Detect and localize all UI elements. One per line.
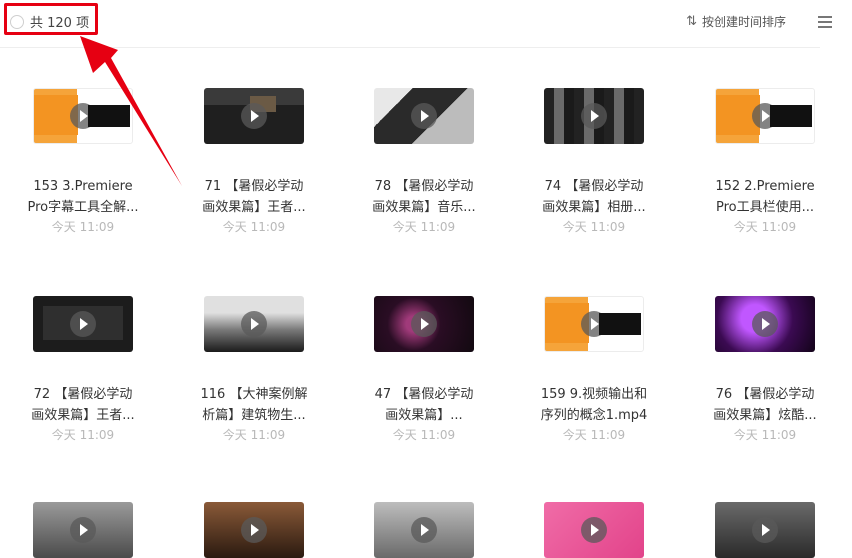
file-item[interactable]: 78 【暑假必学动 画效果篇】音乐... 今天 11:09 xyxy=(349,88,499,235)
file-title: 74 【暑假必学动 画效果篇】相册... xyxy=(542,179,646,215)
video-thumbnail[interactable] xyxy=(544,88,644,144)
video-thumbnail[interactable] xyxy=(715,296,815,352)
list-menu-icon[interactable] xyxy=(818,16,832,28)
file-title: 71 【暑假必学动 画效果篇】王者... xyxy=(202,179,306,215)
play-icon[interactable] xyxy=(411,103,437,129)
play-icon[interactable] xyxy=(411,311,437,337)
file-title: 159 9.视频输出和 序列的概念1.mp4 xyxy=(540,387,648,423)
file-date: 今天 11:09 xyxy=(733,428,797,442)
play-icon[interactable] xyxy=(70,103,96,129)
play-icon[interactable] xyxy=(752,311,778,337)
file-date: 今天 11:09 xyxy=(392,220,456,234)
file-item[interactable] xyxy=(179,502,329,558)
annotation-arrow xyxy=(80,36,182,186)
file-date: 今天 11:09 xyxy=(51,428,115,442)
file-item[interactable]: 47 【暑假必学动 画效果篇】... 今天 11:09 xyxy=(349,296,499,443)
file-item[interactable] xyxy=(519,502,669,558)
play-icon[interactable] xyxy=(241,103,267,129)
file-item[interactable]: 72 【暑假必学动 画效果篇】王者... 今天 11:09 xyxy=(8,296,158,443)
file-title: 47 【暑假必学动 画效果篇】... xyxy=(374,387,474,423)
file-title: 76 【暑假必学动 画效果篇】炫酷... xyxy=(713,387,817,423)
video-thumbnail[interactable] xyxy=(715,502,815,558)
video-thumbnail[interactable] xyxy=(204,88,304,144)
sort-label: 按创建时间排序 xyxy=(701,15,786,29)
file-date: 今天 11:09 xyxy=(562,220,626,234)
video-thumbnail[interactable] xyxy=(33,88,133,144)
video-thumbnail[interactable] xyxy=(374,296,474,352)
file-item[interactable]: 76 【暑假必学动 画效果篇】炫酷... 今天 11:09 xyxy=(690,296,840,443)
file-item[interactable]: 153 3.Premiere Pro字幕工具全解... 今天 11:09 xyxy=(8,88,158,235)
file-item[interactable]: 74 【暑假必学动 画效果篇】相册... 今天 11:09 xyxy=(519,88,669,235)
file-date: 今天 11:09 xyxy=(51,220,115,234)
video-thumbnail[interactable] xyxy=(33,296,133,352)
file-item[interactable]: 116 【大神案例解 析篇】建筑物生... 今天 11:09 xyxy=(179,296,329,443)
file-date: 今天 11:09 xyxy=(222,220,286,234)
play-icon[interactable] xyxy=(752,103,778,129)
video-thumbnail[interactable] xyxy=(715,88,815,144)
sort-arrows-icon: ⇅ xyxy=(686,14,697,29)
file-title: 152 2.Premiere Pro工具栏使用... xyxy=(715,179,815,215)
file-date: 今天 11:09 xyxy=(222,428,286,442)
file-item[interactable]: 71 【暑假必学动 画效果篇】王者... 今天 11:09 xyxy=(179,88,329,235)
play-icon[interactable] xyxy=(241,311,267,337)
play-icon[interactable] xyxy=(581,311,607,337)
file-date: 今天 11:09 xyxy=(392,428,456,442)
file-title: 153 3.Premiere Pro字幕工具全解... xyxy=(27,179,139,215)
highlight-box xyxy=(4,3,98,35)
file-item[interactable]: 152 2.Premiere Pro工具栏使用... 今天 11:09 xyxy=(690,88,840,235)
file-title: 78 【暑假必学动 画效果篇】音乐... xyxy=(372,179,476,215)
sort-button[interactable]: ⇅ 按创建时间排序 xyxy=(686,13,786,30)
video-thumbnail[interactable] xyxy=(33,502,133,558)
video-thumbnail[interactable] xyxy=(374,502,474,558)
play-icon[interactable] xyxy=(752,517,778,543)
file-title: 116 【大神案例解 析篇】建筑物生... xyxy=(200,387,308,423)
file-item[interactable] xyxy=(8,502,158,558)
toolbar: 共 120 项 ⇅ 按创建时间排序 xyxy=(0,0,852,48)
video-thumbnail[interactable] xyxy=(544,502,644,558)
play-icon[interactable] xyxy=(581,103,607,129)
file-date: 今天 11:09 xyxy=(733,220,797,234)
file-title: 72 【暑假必学动 画效果篇】王者... xyxy=(31,387,135,423)
file-item[interactable] xyxy=(690,502,840,558)
file-item[interactable]: 159 9.视频输出和 序列的概念1.mp4 今天 11:09 xyxy=(519,296,669,443)
play-icon[interactable] xyxy=(411,517,437,543)
play-icon[interactable] xyxy=(241,517,267,543)
video-thumbnail[interactable] xyxy=(374,88,474,144)
video-thumbnail[interactable] xyxy=(204,296,304,352)
play-icon[interactable] xyxy=(70,517,96,543)
video-thumbnail[interactable] xyxy=(544,296,644,352)
divider xyxy=(0,47,820,48)
file-date: 今天 11:09 xyxy=(562,428,626,442)
video-thumbnail[interactable] xyxy=(204,502,304,558)
play-icon[interactable] xyxy=(70,311,96,337)
play-icon[interactable] xyxy=(581,517,607,543)
file-item[interactable] xyxy=(349,502,499,558)
